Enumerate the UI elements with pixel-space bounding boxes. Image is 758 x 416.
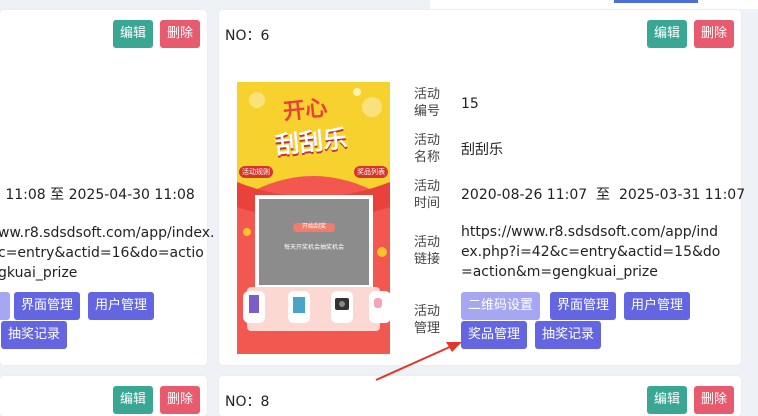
annotation-arrow: [375, 342, 462, 381]
